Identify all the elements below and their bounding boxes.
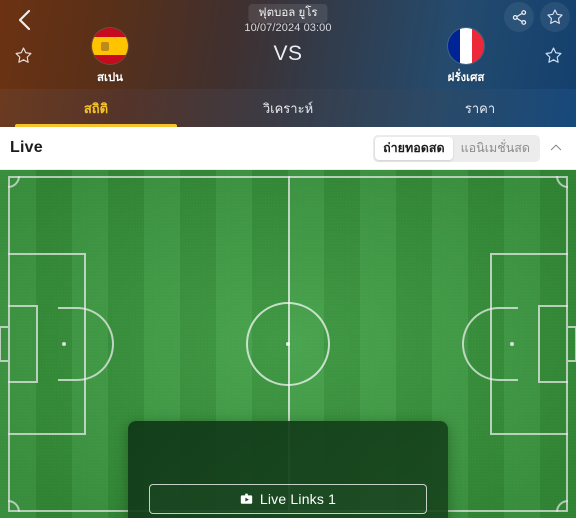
- back-button[interactable]: [8, 4, 40, 36]
- live-links-button[interactable]: Live Links 1: [149, 483, 427, 514]
- tab-statistics[interactable]: สถิติ: [0, 89, 192, 127]
- live-section-title: Live: [10, 139, 43, 156]
- france-flag-icon: [448, 28, 484, 64]
- match-header: ฟุตบอล ยูโร 10/07/2024 03:00 VS สเปน ฝรั…: [0, 0, 576, 89]
- tab-odds[interactable]: ราคา: [384, 89, 576, 127]
- share-button[interactable]: [504, 2, 534, 32]
- match-live-screen: ฟุตบอล ยูโร 10/07/2024 03:00 VS สเปน ฝรั…: [0, 0, 576, 520]
- away-team-name: ฝรั่งเศส: [447, 72, 485, 84]
- chevron-up-icon: [550, 144, 562, 151]
- live-mode-switch: ถ่ายทอดสด แอนิเมชั่นสด: [373, 134, 540, 162]
- share-icon: [512, 9, 526, 25]
- star-icon: [14, 46, 32, 63]
- vs-label: VS: [273, 42, 303, 65]
- favorite-home-button[interactable]: [8, 40, 38, 70]
- live-links-overlay: Live Links 1 ถ่ายทอดสดนี้แชร์โดยชาวเน็ต: [128, 421, 448, 518]
- away-team[interactable]: ฝรั่งเศส: [406, 28, 526, 87]
- live-controls: ถ่ายทอดสด แอนิเมชั่นสด: [373, 134, 566, 162]
- tab-analysis[interactable]: วิเคราะห์: [192, 89, 384, 127]
- match-datetime: 10/07/2024 03:00: [244, 22, 332, 34]
- star-icon: [544, 46, 562, 63]
- favorite-away-button[interactable]: [538, 40, 568, 70]
- home-team-name: สเปน: [96, 72, 124, 84]
- favorite-match-button[interactable]: [540, 2, 570, 32]
- league-badge: ฟุตบอล ยูโร: [248, 4, 328, 23]
- seg-live-animation[interactable]: แอนิเมชั่นสด: [453, 137, 538, 160]
- live-bar: Live ถ่ายทอดสด แอนิเมชั่นสด: [0, 127, 576, 170]
- header-actions: [504, 2, 570, 32]
- section-tabs: สถิติ วิเคราะห์ ราคา: [0, 89, 576, 127]
- live-links-label: Live Links 1: [259, 490, 337, 507]
- home-team[interactable]: สเปน: [50, 28, 170, 87]
- football-pitch: Live Links 1 ถ่ายทอดสดนี้แชร์โดยชาวเน็ต: [0, 170, 576, 518]
- back-chevron-icon: [18, 9, 30, 31]
- collapse-button[interactable]: [546, 138, 566, 158]
- spain-flag-icon: [92, 28, 128, 64]
- star-icon: [547, 9, 563, 24]
- seg-live-stream[interactable]: ถ่ายทอดสด: [375, 136, 453, 160]
- tv-play-icon: [240, 493, 253, 504]
